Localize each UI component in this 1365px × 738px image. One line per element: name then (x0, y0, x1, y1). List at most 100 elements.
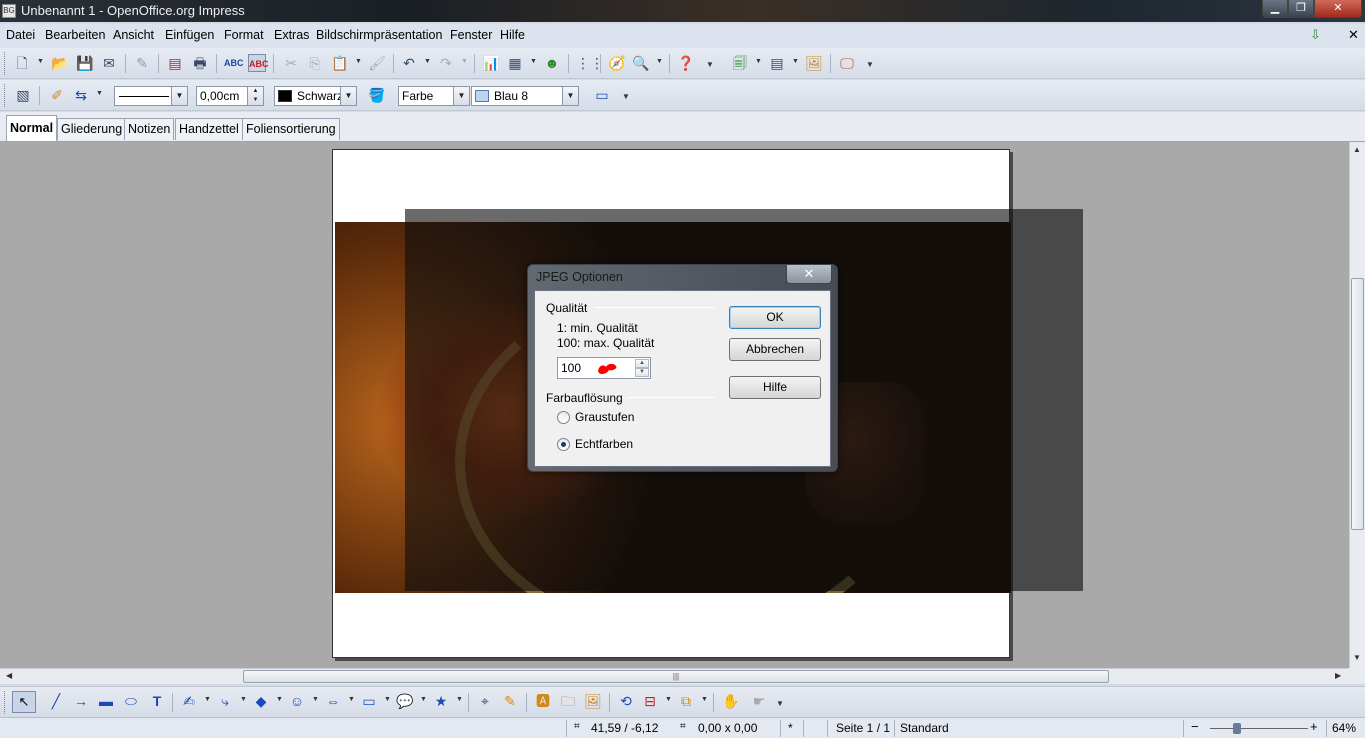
rectangle-tool-icon[interactable]: ▬ (97, 692, 115, 710)
arrow-style-icon[interactable]: ⇆ (72, 86, 90, 104)
from-file-icon[interactable]: 🗀 (559, 692, 577, 710)
slide-layout-icon[interactable]: ▤ (768, 54, 786, 72)
close-document-button[interactable]: ✕ (1348, 27, 1359, 43)
arrow-line-tool-icon[interactable]: → (72, 692, 90, 710)
arrange-dropdown-arrow[interactable]: ▼ (701, 696, 708, 703)
block-arrows-icon[interactable]: ⇔ (324, 692, 342, 710)
line-tool-icon[interactable]: ╱ (47, 692, 65, 710)
open-folder-icon[interactable]: 📂 (51, 54, 69, 72)
extrusion-icon[interactable]: ✋ (722, 692, 740, 710)
menu-bildschirmpraesentation[interactable]: Bildschirmpräsentation (316, 28, 442, 42)
gallery-icon[interactable]: 🖼 (584, 692, 602, 710)
block-arrows-dropdown-arrow[interactable]: ▼ (348, 696, 355, 703)
zoom-slider[interactable] (1210, 728, 1308, 729)
print-icon[interactable]: 🖶 (191, 54, 209, 72)
new-document-icon[interactable]: 🗋 (13, 54, 31, 72)
curve-dropdown-arrow[interactable]: ▼ (204, 696, 211, 703)
ok-button[interactable]: OK (729, 306, 821, 329)
arrange-icon[interactable]: ⧉ (677, 692, 695, 710)
basic-shapes-dropdown-arrow[interactable]: ▼ (276, 696, 283, 703)
stars-icon[interactable]: ★ (432, 692, 450, 710)
grayscale-label[interactable]: Graustufen (575, 410, 634, 424)
update-download-icon[interactable]: ⇩ (1310, 27, 1326, 42)
slide-layout-dropdown-arrow[interactable]: ▼ (792, 58, 799, 65)
export-pdf-icon[interactable]: ▤ (166, 54, 184, 72)
toolbar-grip[interactable] (4, 84, 7, 107)
help-icon[interactable]: ❓ (677, 54, 695, 72)
menu-format[interactable]: Format (224, 28, 264, 42)
zoom-percentage[interactable]: 64% (1332, 721, 1356, 735)
tab-handzettel[interactable]: Handzettel (175, 118, 243, 140)
truecolor-radio[interactable] (557, 438, 570, 451)
stars-dropdown-arrow[interactable]: ▼ (456, 696, 463, 703)
connector-tool-icon[interactable]: ⤷ (216, 692, 234, 710)
redo-icon[interactable]: ↷ (437, 54, 455, 72)
fontwork-icon[interactable]: ☻ (543, 54, 561, 72)
zoom-slider-handle[interactable] (1233, 723, 1241, 734)
truecolor-label[interactable]: Echtfarben (575, 437, 633, 451)
dialog-close-button[interactable]: ✕ (786, 265, 832, 284)
vertical-scroll-thumb[interactable] (1351, 278, 1364, 530)
slideshow-icon[interactable]: 🖵 (838, 54, 856, 72)
tab-normal[interactable]: Normal (6, 115, 58, 141)
scroll-right-arrow[interactable]: ▶ (1335, 671, 1341, 680)
spin-arrows-icon[interactable]: ▲ ▼ (247, 87, 263, 105)
quality-value[interactable]: 100 (561, 361, 581, 375)
scroll-left-arrow[interactable]: ◀ (6, 671, 12, 680)
zoom-icon[interactable]: 🔍 (632, 54, 650, 72)
edit-file-icon[interactable]: ✎ (133, 54, 151, 72)
email-icon[interactable]: ✉ (100, 54, 118, 72)
impress-app-icon[interactable]: BG (2, 4, 16, 18)
styles-icon[interactable]: ▧ (14, 86, 32, 104)
flowchart-icon[interactable]: ▭ (360, 692, 378, 710)
toolbar-overflow-arrow[interactable]: ▼ (866, 60, 874, 74)
text-tool-icon[interactable]: T (148, 692, 166, 710)
copy-icon[interactable]: ⎘ (306, 54, 324, 72)
chevron-down-icon[interactable]: ▼ (562, 87, 578, 105)
zoom-dropdown-arrow[interactable]: ▼ (656, 58, 663, 65)
area-style-select[interactable]: Farbe ▼ (398, 86, 470, 106)
modified-indicator[interactable]: * (788, 721, 793, 735)
spellcheck-icon[interactable]: ABC (224, 54, 244, 72)
quality-stepper[interactable]: 100 ▲ ▼ (557, 357, 651, 379)
menu-hilfe[interactable]: Hilfe (500, 28, 525, 42)
new-dropdown-arrow[interactable]: ▼ (37, 58, 44, 65)
interaction-icon[interactable]: ☛ (750, 692, 768, 710)
undo-dropdown-arrow[interactable]: ▼ (424, 58, 431, 65)
chevron-down-icon[interactable]: ▼ (171, 87, 187, 105)
symbol-shapes-icon[interactable]: ☺ (288, 692, 306, 710)
slide-master-name[interactable]: Standard (900, 721, 949, 735)
spin-up-icon[interactable]: ▲ (635, 359, 649, 368)
cut-icon[interactable]: ✂ (282, 54, 300, 72)
tab-gliederung[interactable]: Gliederung (57, 118, 127, 140)
auto-spellcheck-icon[interactable]: ABC (248, 54, 269, 72)
chart-icon[interactable]: 📊 (482, 54, 500, 72)
navigator-icon[interactable]: 🧭 (608, 54, 626, 72)
menu-datei[interactable]: Datei (6, 28, 35, 42)
toolbar-overflow-arrow[interactable]: ▼ (706, 60, 714, 74)
area-color-select[interactable]: Blau 8 ▼ (471, 86, 579, 106)
line-width-value[interactable]: 0,00cm (200, 89, 239, 103)
line-width-stepper[interactable]: 0,00cm ▲ ▼ (196, 86, 264, 106)
fontwork-gallery-icon[interactable]: 🅰 (534, 692, 552, 710)
symbol-shapes-dropdown-arrow[interactable]: ▼ (312, 696, 319, 703)
paste-icon[interactable]: 📋 (331, 54, 349, 72)
table-icon[interactable]: ▦ (506, 54, 524, 72)
arrow-style-dropdown-arrow[interactable]: ▼ (96, 90, 103, 97)
help-button[interactable]: Hilfe (729, 376, 821, 399)
horizontal-scrollbar[interactable]: ◀ ||| ▶ (0, 668, 1349, 684)
chevron-down-icon[interactable]: ▼ (453, 87, 469, 105)
alignment-dropdown-arrow[interactable]: ▼ (665, 696, 672, 703)
shadow-icon[interactable]: ▭ (593, 86, 611, 104)
format-paintbrush-icon[interactable]: 🖌 (368, 54, 386, 72)
new-slide-dropdown-arrow[interactable]: ▼ (755, 58, 762, 65)
tab-foliensortierung[interactable]: Foliensortierung (242, 118, 340, 140)
spin-down-icon[interactable]: ▼ (635, 368, 649, 377)
paste-dropdown-arrow[interactable]: ▼ (355, 58, 362, 65)
grayscale-radio[interactable] (557, 411, 570, 424)
toolbar-grip[interactable] (4, 691, 7, 714)
close-window-button[interactable]: ✕ (1314, 0, 1362, 18)
menu-einfuegen[interactable]: Einfügen (165, 28, 214, 42)
spin-buttons[interactable]: ▲ ▼ (635, 359, 649, 377)
menu-fenster[interactable]: Fenster (450, 28, 492, 42)
